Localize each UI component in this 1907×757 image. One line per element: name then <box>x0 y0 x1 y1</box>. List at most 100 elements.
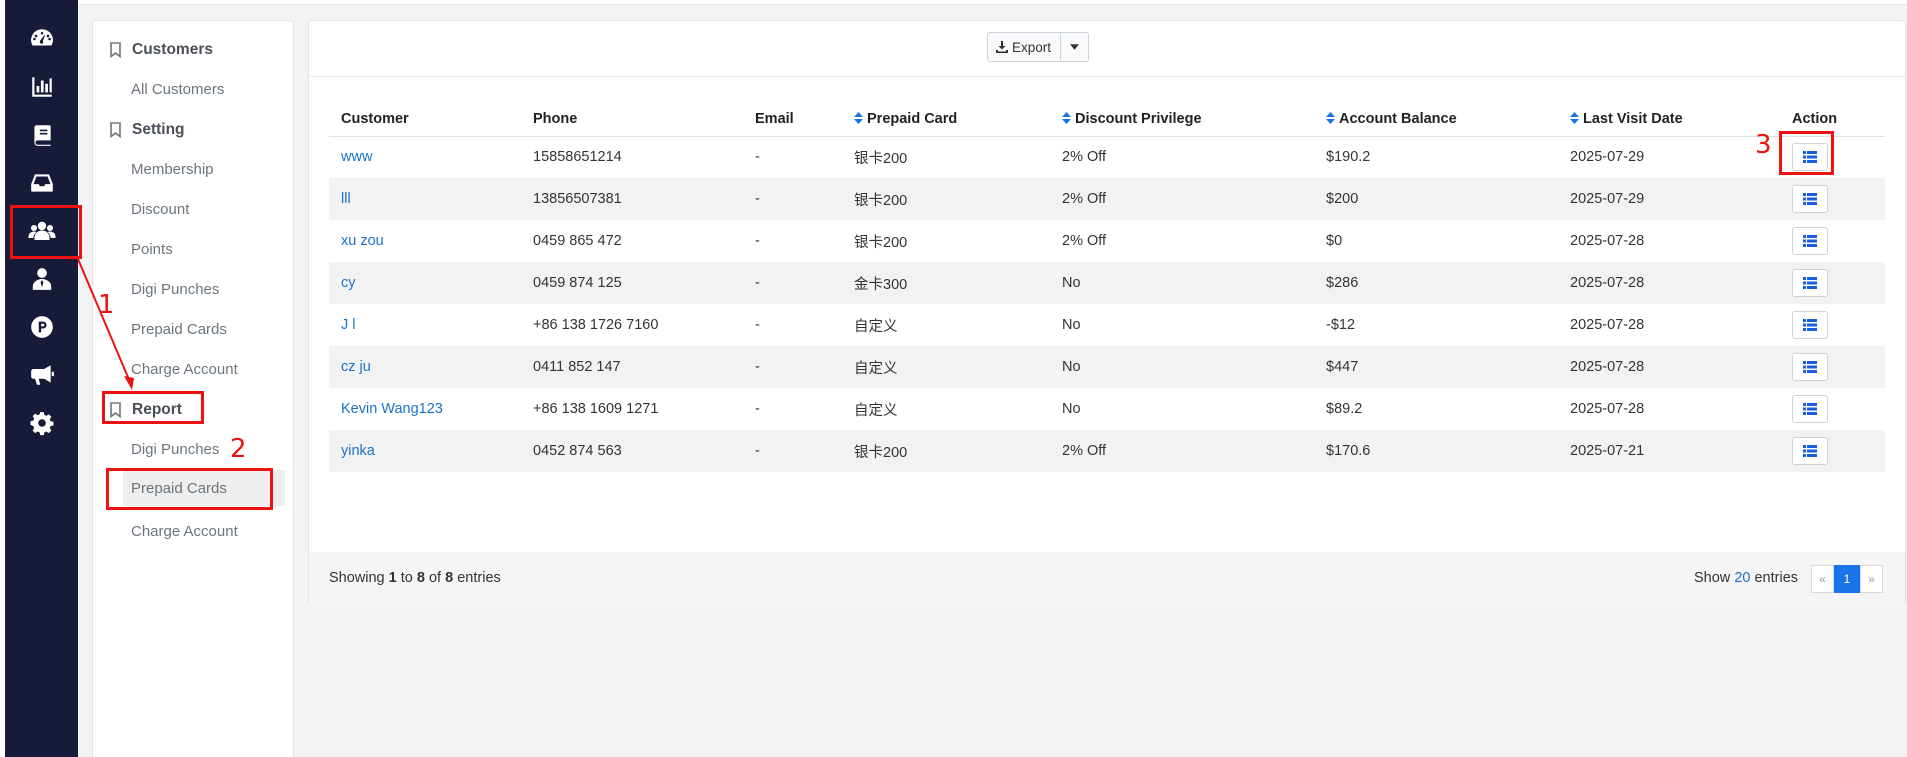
rail-orders[interactable] <box>5 159 78 207</box>
submenu-report-digi-punches[interactable]: Digi Punches <box>93 431 293 467</box>
cell-email: - <box>755 317 760 333</box>
customer-link[interactable]: www <box>341 149 372 165</box>
highlight-detail-button <box>1779 131 1834 175</box>
info-text: of <box>424 570 446 586</box>
rail-marketing[interactable] <box>5 351 78 399</box>
cell-email: - <box>743 262 842 304</box>
cell-discount: 2% Off <box>1050 430 1314 472</box>
cell-balance: $0 <box>1326 233 1343 249</box>
highlight-report-section <box>102 391 204 424</box>
annotation-step-2: 2 <box>230 434 247 464</box>
cell-discount: 2% Off <box>1062 149 1107 166</box>
row-detail-button[interactable] <box>1792 437 1828 465</box>
rail-reports[interactable] <box>5 63 78 111</box>
customer-link[interactable]: Kevin Wang123 <box>341 401 443 417</box>
col-customer: Customer <box>329 102 521 137</box>
table-row: J l +86 138 1726 7160 - 自定义 No -$12 2025… <box>329 304 1885 346</box>
row-detail-button[interactable] <box>1792 185 1828 213</box>
rail-dashboard[interactable] <box>5 15 78 63</box>
info-total: 8 <box>445 570 454 586</box>
cell-prepaid-card: 自定义 <box>842 346 1050 388</box>
download-icon <box>996 41 1008 53</box>
col-label: Account Balance <box>1339 110 1457 127</box>
cell-phone: 0452 874 563 <box>521 430 743 472</box>
submenu-discount[interactable]: Discount <box>93 191 293 227</box>
row-detail-button[interactable] <box>1792 311 1828 339</box>
cell-email: - <box>755 233 760 249</box>
list-icon <box>1803 445 1817 457</box>
sort-icon <box>1570 111 1579 124</box>
submenu-digi-punches[interactable]: Digi Punches <box>93 271 293 307</box>
bar-chart-icon <box>31 77 52 97</box>
rail-parking[interactable] <box>5 303 78 351</box>
cell-last-visit: 2025-07-28 <box>1558 262 1780 304</box>
section-label: Setting <box>132 121 185 138</box>
pagination-prev[interactable]: « <box>1811 565 1834 593</box>
pagination: « 1 » <box>1811 565 1883 593</box>
cell-last-visit: 2025-07-28 <box>1558 346 1780 388</box>
col-discount-privilege[interactable]: Discount Privilege <box>1050 102 1314 137</box>
submenu-charge-account[interactable]: Charge Account <box>93 351 293 387</box>
cell-prepaid-card: 银卡200 <box>842 430 1050 472</box>
toolbar: Export <box>309 21 1905 77</box>
col-account-balance[interactable]: Account Balance <box>1314 102 1558 137</box>
row-detail-button[interactable] <box>1792 227 1828 255</box>
cell-prepaid-card: 银卡200 <box>854 150 908 167</box>
cell-phone: +86 138 1609 1271 <box>533 401 659 417</box>
customer-link[interactable]: cy <box>341 275 356 291</box>
inbox-icon <box>30 174 53 192</box>
list-icon <box>1803 235 1817 247</box>
cell-email: - <box>743 178 842 220</box>
col-prepaid-card[interactable]: Prepaid Card <box>842 102 1050 137</box>
customer-link[interactable]: lll <box>341 191 351 207</box>
rail-settings[interactable] <box>5 399 78 447</box>
cell-balance: $190.2 <box>1326 149 1371 166</box>
info-text: Showing <box>329 570 389 586</box>
row-detail-button[interactable] <box>1792 353 1828 381</box>
customer-link[interactable]: xu zou <box>341 233 384 249</box>
bookmark-icon <box>110 122 121 138</box>
pagination-page-1[interactable]: 1 <box>1834 565 1860 593</box>
page-size-select[interactable]: 20 <box>1734 570 1750 586</box>
customer-link[interactable]: J l <box>341 317 356 333</box>
col-label: Last Visit Date <box>1583 110 1683 127</box>
row-detail-button[interactable] <box>1792 395 1828 423</box>
list-icon <box>1803 403 1817 415</box>
col-email: Email <box>743 102 842 137</box>
cell-prepaid-card: 银卡200 <box>842 178 1050 220</box>
cell-email: - <box>755 401 760 417</box>
submenu-points[interactable]: Points <box>93 231 293 267</box>
rail-menu[interactable] <box>5 111 78 159</box>
rail-staff[interactable] <box>5 255 78 303</box>
sort-icon <box>1326 111 1335 124</box>
col-phone: Phone <box>521 102 743 137</box>
submenu-all-customers[interactable]: All Customers <box>93 71 293 107</box>
submenu-membership[interactable]: Membership <box>93 151 293 187</box>
cell-phone: 15858651214 <box>533 149 622 166</box>
cell-last-visit: 2025-07-28 <box>1570 317 1645 333</box>
col-label: Discount Privilege <box>1075 110 1202 127</box>
cell-email: - <box>755 149 760 166</box>
prepaid-card-report-panel: Export Customer Phone Email Prepaid Card… <box>308 20 1906 607</box>
row-detail-button[interactable] <box>1792 269 1828 297</box>
submenu-report-charge-account[interactable]: Charge Account <box>93 513 293 549</box>
list-icon <box>1803 319 1817 331</box>
cell-last-visit: 2025-07-28 <box>1570 401 1645 417</box>
table-row: Kevin Wang123 +86 138 1609 1271 - 自定义 No… <box>329 388 1885 430</box>
cell-prepaid-card: 自定义 <box>854 318 898 335</box>
submenu-prepaid-cards[interactable]: Prepaid Cards <box>93 311 293 347</box>
pagination-next[interactable]: » <box>1860 565 1883 593</box>
sort-icon <box>854 111 863 124</box>
cell-phone: 0459 874 125 <box>521 262 743 304</box>
export-button[interactable]: Export <box>988 33 1062 61</box>
customer-link[interactable]: cz ju <box>341 359 371 375</box>
cell-prepaid-card: 银卡200 <box>854 234 908 251</box>
customer-link[interactable]: yinka <box>341 443 375 459</box>
col-last-visit-date[interactable]: Last Visit Date <box>1558 102 1780 137</box>
cell-last-visit: 2025-07-29 <box>1570 149 1645 166</box>
cell-last-visit: 2025-07-28 <box>1570 233 1645 249</box>
export-dropdown-toggle[interactable] <box>1061 33 1088 61</box>
cell-prepaid-card: 自定义 <box>854 402 898 419</box>
caret-down-icon <box>1070 44 1080 50</box>
annotation-step-3: 3 <box>1755 130 1772 160</box>
